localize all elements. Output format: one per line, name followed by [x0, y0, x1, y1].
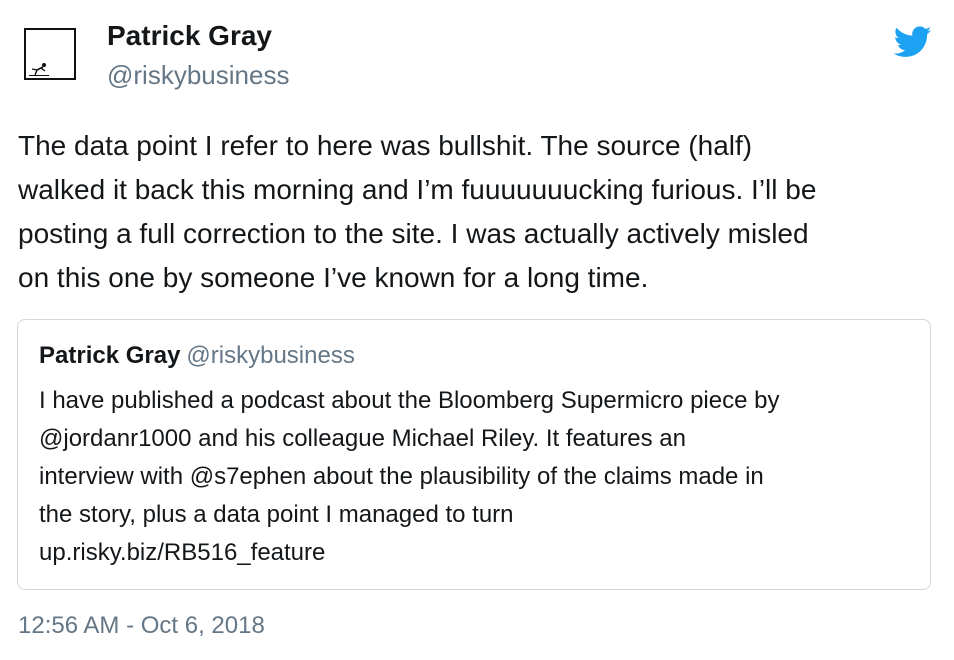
- quoted-tweet-header: Patrick Gray @riskybusiness: [39, 342, 355, 370]
- tweet-timestamp[interactable]: 12:56 AM - Oct 6, 2018: [18, 612, 265, 640]
- tweet-text: The data point I refer to here was bulls…: [18, 130, 817, 293]
- author-handle[interactable]: @riskybusiness: [107, 60, 289, 91]
- author-name[interactable]: Patrick Gray: [107, 20, 272, 52]
- twitter-bird-icon[interactable]: [894, 26, 932, 58]
- quoted-tweet[interactable]: Patrick Gray @riskybusiness I have publis…: [17, 319, 931, 590]
- stick-figure-icon: [29, 63, 49, 76]
- quoted-author-name: Patrick Gray: [39, 342, 181, 369]
- tweet-card: Patrick Gray @riskybusiness The data poi…: [0, 0, 954, 660]
- quoted-tweet-text: I have published a podcast about the Blo…: [39, 387, 780, 566]
- avatar[interactable]: [24, 28, 76, 80]
- quoted-author-handle: @riskybusiness: [186, 342, 355, 369]
